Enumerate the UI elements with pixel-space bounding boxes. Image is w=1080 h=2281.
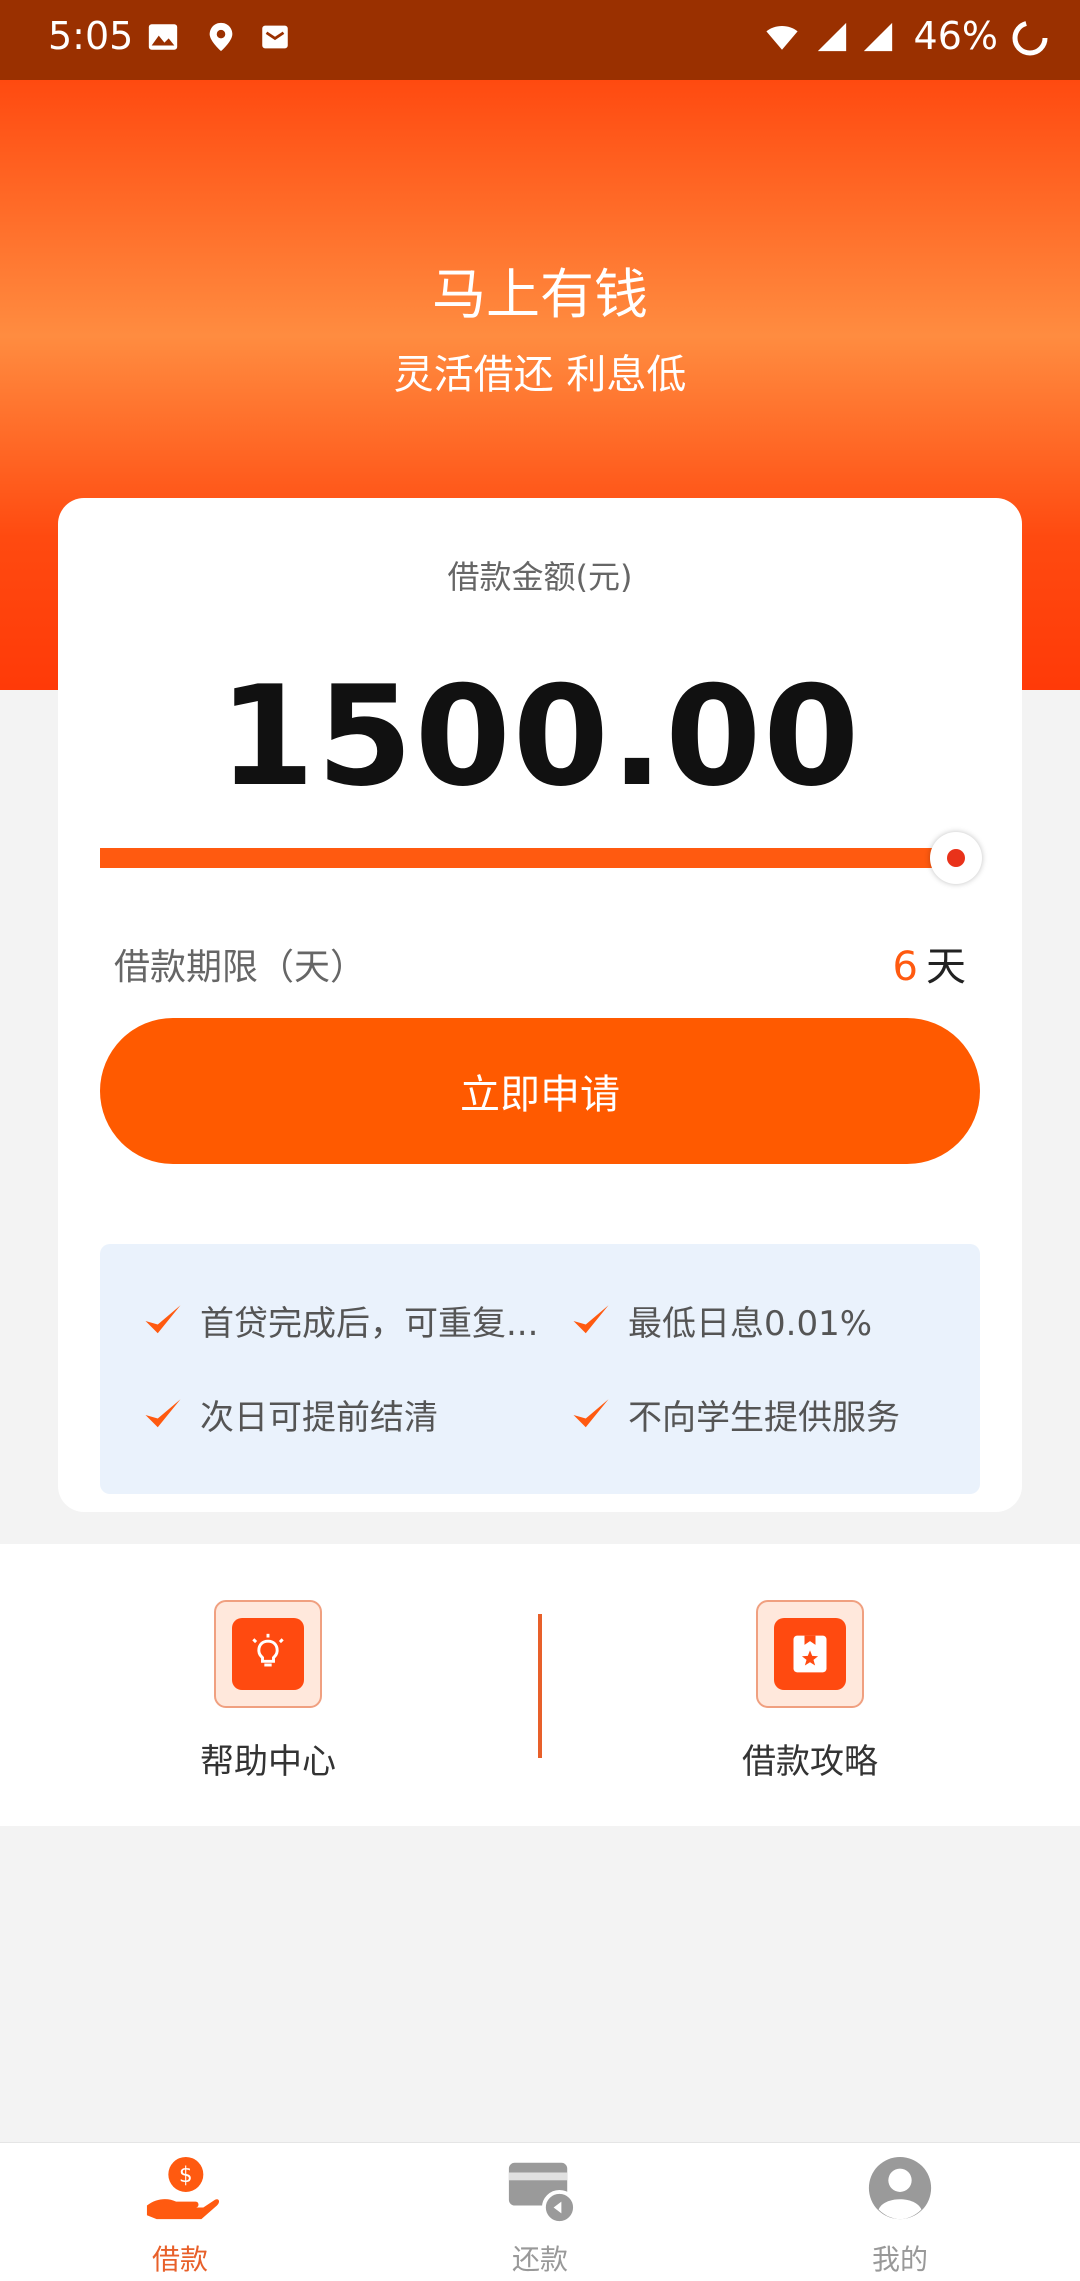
nav-item-loan[interactable]: $ 借款 xyxy=(80,2155,280,2278)
mail-icon xyxy=(262,25,288,49)
loan-hand-icon: $ xyxy=(146,2156,220,2220)
nav-label: 借款 xyxy=(151,2243,208,2276)
image-icon xyxy=(148,24,178,50)
repay-card-icon xyxy=(508,2162,577,2225)
term-unit: 天 xyxy=(926,944,966,990)
checkmark-icon xyxy=(573,1304,609,1333)
signal-icon xyxy=(863,22,893,52)
features-panel: 首贷完成后，可重复... 最低日息0.01% 次日可提前结清 不向学生提供服务 xyxy=(100,1244,980,1494)
shortcut-divider xyxy=(538,1614,542,1758)
term-value[interactable]: 6天 xyxy=(893,934,966,992)
loan-card: 借款金额(元) 1500.00 借款期限（天） 6天 立即申请 首贷完成后，可重… xyxy=(58,498,1022,1512)
battery-percent: 46% xyxy=(913,14,998,58)
wifi-icon xyxy=(766,26,798,50)
help-center-shortcut[interactable]: 帮助中心 xyxy=(118,1600,418,1783)
bottom-nav: $ 借款 还款 我的 xyxy=(0,2142,1080,2281)
lightbulb-icon xyxy=(252,1633,284,1667)
nav-label: 我的 xyxy=(871,2243,928,2276)
nav-item-mine[interactable]: 我的 xyxy=(800,2155,1000,2278)
feature-item: 首贷完成后，可重复... xyxy=(142,1296,538,1345)
loan-guide-label: 借款攻略 xyxy=(742,1742,878,1782)
checkmark-icon xyxy=(573,1398,609,1427)
guide-icon-frame xyxy=(756,1600,864,1708)
checkmark-icon xyxy=(145,1304,181,1333)
help-center-label: 帮助中心 xyxy=(200,1742,336,1782)
profile-icon xyxy=(868,2156,932,2220)
amount-slider-track[interactable] xyxy=(100,848,970,868)
feature-text: 不向学生提供服务 xyxy=(628,1398,900,1438)
term-number: 6 xyxy=(892,944,918,990)
signal-icon xyxy=(817,22,847,52)
amount-label: 借款金额(元) xyxy=(447,558,633,596)
svg-text:$: $ xyxy=(179,2163,193,2188)
status-time: 5:05 xyxy=(48,14,134,58)
amount-slider-thumb[interactable] xyxy=(930,832,982,884)
battery-icon xyxy=(1012,20,1048,56)
feature-item: 次日可提前结清 xyxy=(142,1390,438,1439)
app-subtitle: 灵活借还 利息低 xyxy=(393,352,687,398)
bookmark-star-icon xyxy=(793,1635,827,1673)
feature-item: 不向学生提供服务 xyxy=(570,1390,900,1439)
help-icon-frame xyxy=(214,1600,322,1708)
nav-item-repay[interactable]: 还款 xyxy=(440,2155,640,2278)
amount-slider-fill xyxy=(100,848,970,868)
app-title: 马上有钱 xyxy=(432,263,648,326)
checkmark-icon xyxy=(145,1398,181,1427)
apply-button[interactable]: 立即申请 xyxy=(100,1018,980,1164)
term-label: 借款期限（天） xyxy=(114,947,367,988)
loan-guide-shortcut[interactable]: 借款攻略 xyxy=(660,1600,960,1783)
nav-label: 还款 xyxy=(511,2243,568,2276)
shortcuts-section: 帮助中心 借款攻略 xyxy=(0,1544,1080,1826)
feature-text: 最低日息0.01% xyxy=(628,1304,873,1344)
feature-text: 次日可提前结清 xyxy=(200,1398,438,1438)
amount-value: 1500.00 xyxy=(218,656,862,817)
status-bar: 5:05 46% xyxy=(0,0,1080,80)
location-icon xyxy=(209,22,233,52)
feature-item: 最低日息0.01% xyxy=(570,1296,872,1345)
feature-text: 首贷完成后，可重复... xyxy=(200,1304,539,1344)
